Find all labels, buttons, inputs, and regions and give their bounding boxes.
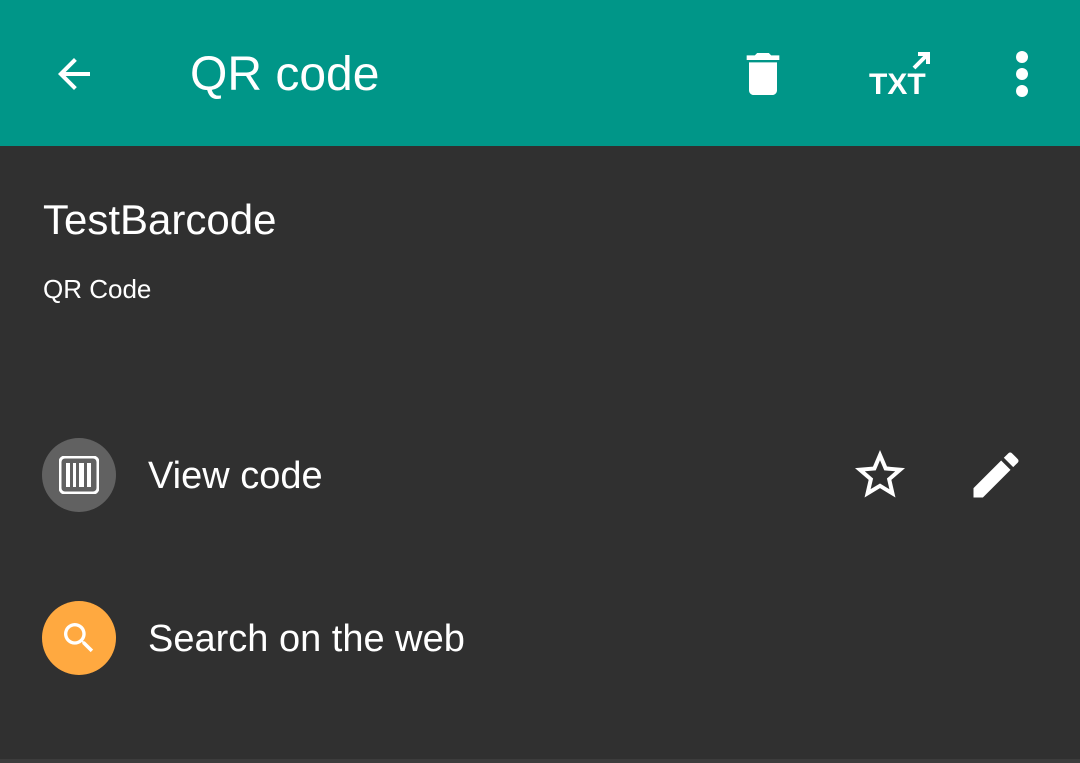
barcode-icon bbox=[59, 456, 99, 494]
svg-text:TXT: TXT bbox=[869, 68, 926, 101]
edit-button[interactable] bbox=[962, 438, 1030, 512]
barcode-format: QR Code bbox=[43, 274, 152, 304]
pencil-icon bbox=[973, 452, 1019, 498]
search-icon bbox=[64, 623, 94, 653]
star-outline-icon bbox=[855, 450, 905, 498]
more-vert-icon bbox=[1016, 51, 1028, 97]
export-text-button[interactable]: TXT bbox=[860, 36, 940, 112]
view-code-circle bbox=[42, 438, 116, 512]
search-web-label: Search on the web bbox=[148, 618, 465, 660]
screen: QR code TXT TestBarcode QR Code View cod… bbox=[0, 0, 1080, 763]
view-code-label: View code bbox=[148, 455, 323, 497]
barcode-text: TestBarcode bbox=[43, 196, 277, 243]
txt-export-icon: TXT bbox=[869, 52, 930, 101]
more-options-button[interactable] bbox=[992, 36, 1052, 112]
view-code-row[interactable]: View code bbox=[0, 426, 1080, 526]
trash-icon bbox=[746, 53, 780, 95]
back-button[interactable] bbox=[34, 36, 114, 112]
barcode-details: TestBarcode QR Code View code Search on … bbox=[0, 146, 1080, 759]
divider bbox=[0, 759, 1080, 763]
search-web-row[interactable]: Search on the web bbox=[0, 589, 1080, 689]
favorite-button[interactable] bbox=[846, 438, 914, 512]
delete-button[interactable] bbox=[720, 36, 806, 112]
app-bar: QR code TXT bbox=[0, 0, 1080, 146]
arrow-back-icon bbox=[58, 58, 90, 90]
search-web-circle bbox=[42, 601, 116, 675]
page-title: QR code bbox=[190, 48, 380, 101]
